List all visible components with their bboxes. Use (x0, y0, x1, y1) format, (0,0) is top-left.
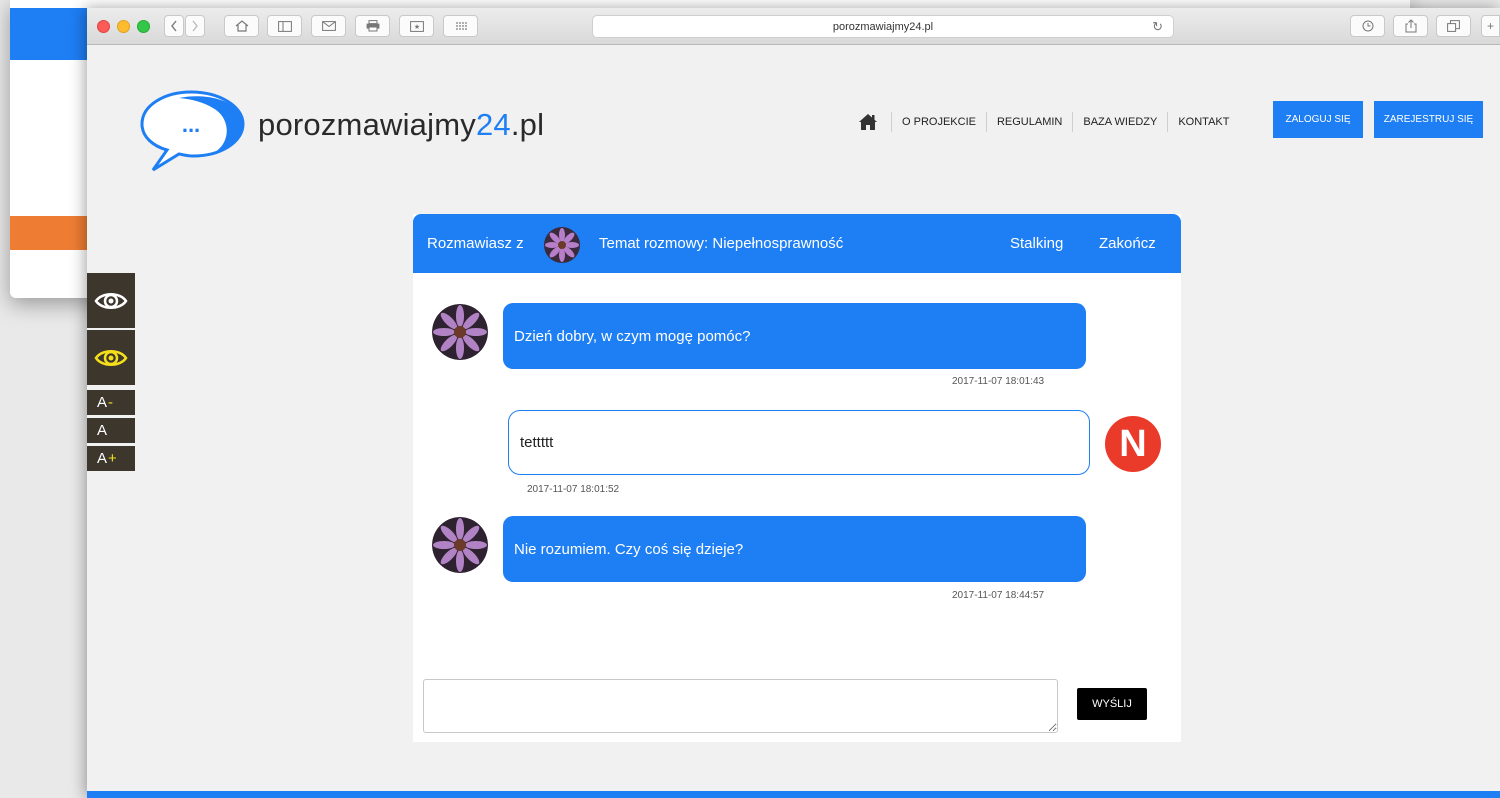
consultant-avatar (544, 227, 580, 263)
zoom-window-button[interactable] (137, 20, 150, 33)
chevron-left-icon (171, 20, 177, 32)
logo-wordmark[interactable]: porozmawiajmy24.pl (258, 107, 544, 143)
send-button[interactable]: WYŚLIJ (1077, 688, 1147, 720)
tabs-icon (1447, 20, 1460, 32)
mail-icon (321, 21, 336, 31)
font-normal-button[interactable]: A (87, 418, 135, 443)
talking-with-label: Rozmawiasz z (427, 235, 524, 252)
font-normal-label: A (97, 422, 108, 439)
plus-icon: + (1486, 19, 1494, 33)
logo-wordmark-number: 24 (475, 107, 511, 142)
main-navigation: O PROJEKCIE REGULAMIN BAZA WIEDZY KONTAK… (857, 111, 1239, 133)
register-button[interactable]: ZAREJESTRUJ SIĘ (1374, 101, 1483, 138)
consultant-avatar (432, 517, 488, 573)
eye-icon (94, 292, 128, 309)
login-button[interactable]: ZALOGUJ SIĘ (1273, 101, 1363, 138)
footer-bar (87, 791, 1500, 798)
logo-wordmark-suffix: .pl (510, 107, 545, 142)
accessibility-panel: A- A A + (87, 273, 135, 471)
font-larger-mark: + (108, 450, 117, 467)
logo-wordmark-prefix: porozmawiajmy (258, 107, 476, 142)
contrast-toggle-yellow[interactable] (87, 330, 135, 385)
stalking-button[interactable]: Stalking (1010, 235, 1063, 252)
new-tab-button[interactable]: + (1481, 15, 1500, 37)
reload-icon[interactable]: ↻ (1152, 19, 1163, 35)
message-text: Dzień dobry, w czym mogę pomóc? (514, 327, 751, 345)
message-bubble-outgoing: tettttt (508, 410, 1090, 475)
tabs-button[interactable] (1436, 15, 1471, 37)
user-initial: N (1119, 422, 1147, 465)
minimize-window-button[interactable] (117, 20, 130, 33)
chevron-right-icon (192, 20, 198, 32)
home-button[interactable] (224, 15, 259, 37)
message-bubble-incoming: Dzień dobry, w czym mogę pomóc? (503, 303, 1086, 369)
browser-toolbar: ★ porozmawiajmy24.pl ↻ + (87, 8, 1500, 45)
end-chat-button[interactable]: Zakończ (1099, 235, 1156, 252)
logo-dots: ... (182, 112, 200, 137)
logo-bubble: ... (140, 90, 245, 172)
consultant-avatar (432, 304, 488, 360)
address-url: porozmawiajmy24.pl (832, 20, 934, 33)
close-window-button[interactable] (97, 20, 110, 33)
nav-item-o-projekcie[interactable]: O PROJEKCIE (892, 116, 986, 128)
star-box-icon: ★ (409, 20, 424, 32)
font-larger-label: A (97, 450, 108, 467)
font-larger-button[interactable]: A + (87, 446, 135, 471)
top-sites-button[interactable] (443, 15, 478, 37)
print-icon (366, 20, 379, 32)
user-avatar: N (1105, 416, 1161, 472)
clock-icon (1362, 20, 1373, 32)
history-button[interactable] (1350, 15, 1385, 37)
forward-button[interactable] (185, 15, 205, 37)
font-smaller-mark: - (108, 394, 114, 411)
message-timestamp: 2017-11-07 18:44:57 (952, 590, 1045, 601)
print-button[interactable] (355, 15, 390, 37)
sidebar-button[interactable] (267, 15, 302, 37)
share-icon (1405, 19, 1416, 33)
svg-text:★: ★ (413, 23, 419, 31)
chat-panel: Rozmawiasz z Temat rozmowy: Niepełnospra… (413, 214, 1181, 742)
font-smaller-button[interactable]: A- (87, 390, 135, 415)
home-icon (235, 20, 248, 32)
contrast-toggle-white[interactable] (87, 273, 135, 328)
chat-topic: Temat rozmowy: Niepełnosprawność (599, 235, 844, 252)
message-text: Nie rozumiem. Czy coś się dzieje? (514, 540, 744, 558)
bookmark-button[interactable]: ★ (399, 15, 434, 37)
message-text: tettttt (520, 434, 554, 451)
message-timestamp: 2017-11-07 18:01:43 (952, 376, 1045, 387)
share-button[interactable] (1393, 15, 1428, 37)
nav-item-kontakt[interactable]: KONTAKT (1168, 116, 1239, 128)
message-timestamp: 2017-11-07 18:01:52 (527, 484, 620, 495)
nav-item-baza-wiedzy[interactable]: BAZA WIEDZY (1073, 116, 1167, 128)
mail-button[interactable] (311, 15, 346, 37)
back-button[interactable] (164, 15, 184, 37)
address-bar[interactable]: porozmawiajmy24.pl ↻ (592, 15, 1174, 38)
eye-icon (94, 349, 128, 366)
message-input[interactable] (423, 679, 1058, 733)
chat-header: Rozmawiasz z Temat rozmowy: Niepełnospra… (413, 214, 1181, 273)
sidebar-icon (277, 20, 292, 32)
grid-icon (455, 22, 467, 30)
nav-item-regulamin[interactable]: REGULAMIN (987, 116, 1072, 128)
home-icon[interactable] (857, 111, 879, 133)
font-smaller-label: A (97, 394, 108, 411)
message-bubble-incoming: Nie rozumiem. Czy coś się dzieje? (503, 516, 1086, 582)
